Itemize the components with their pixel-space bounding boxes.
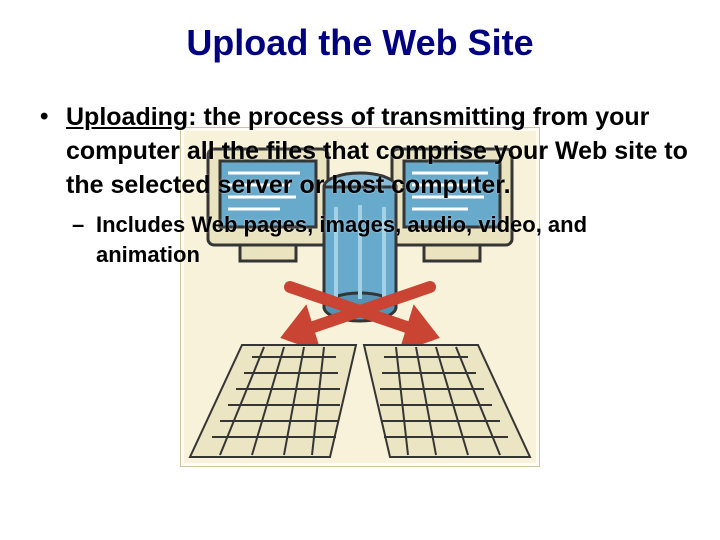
slide-title: Upload the Web Site [0, 22, 720, 64]
bullet-text: Uploading: the process of transmitting f… [66, 100, 688, 202]
bullet-level-2: – Includes Web pages, images, audio, vid… [72, 210, 688, 270]
sub-bullet-marker: – [72, 210, 96, 240]
sub-bullet-text: Includes Web pages, images, audio, video… [96, 210, 688, 270]
bullet-level-1: • Uploading: the process of transmitting… [40, 100, 688, 202]
bullet-marker: • [40, 100, 66, 134]
definition-term: Uploading [66, 103, 188, 131]
slide-body: • Uploading: the process of transmitting… [40, 100, 688, 270]
